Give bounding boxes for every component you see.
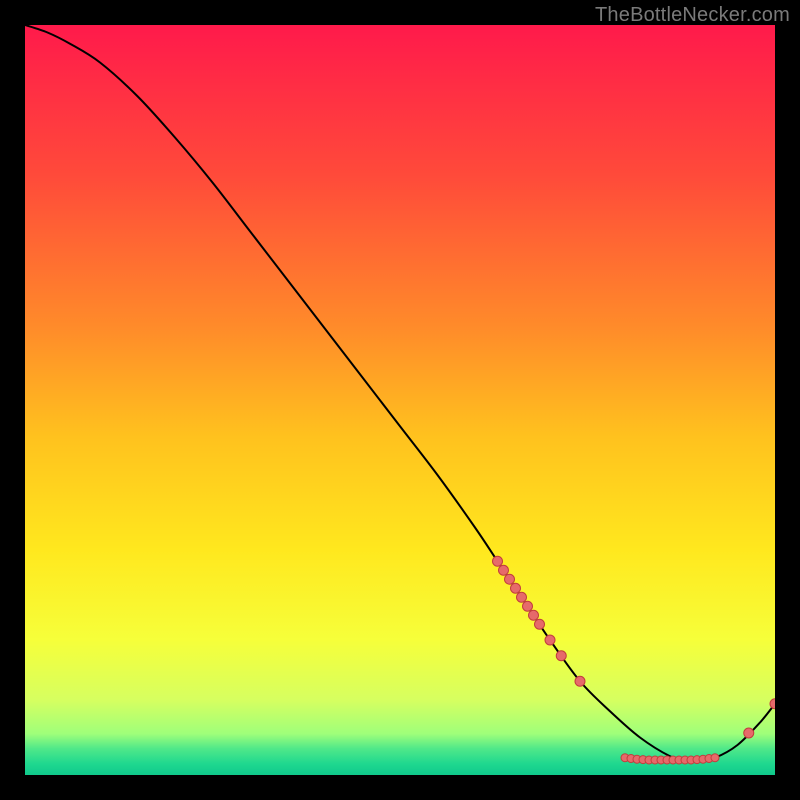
data-marker (711, 754, 719, 762)
gradient-background (25, 25, 775, 775)
data-marker (499, 565, 509, 575)
data-marker (523, 601, 533, 611)
data-marker (744, 728, 754, 738)
data-marker (545, 635, 555, 645)
chart-stage: TheBottleNecker.com (0, 0, 800, 800)
data-marker (505, 574, 515, 584)
data-marker (529, 610, 539, 620)
data-marker (493, 556, 503, 566)
data-marker (575, 676, 585, 686)
data-marker (511, 583, 521, 593)
data-marker (556, 651, 566, 661)
plot-area (25, 25, 775, 775)
bottleneck-chart (25, 25, 775, 775)
data-marker (535, 619, 545, 629)
data-marker (517, 592, 527, 602)
attribution-text: TheBottleNecker.com (595, 4, 790, 27)
